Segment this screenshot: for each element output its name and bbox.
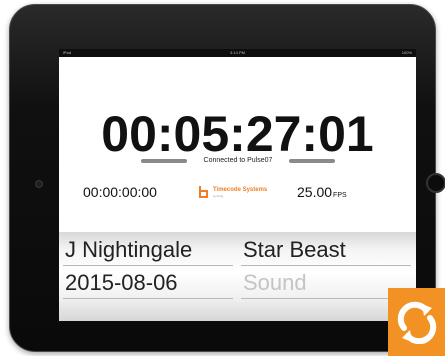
picker-divider bbox=[241, 298, 411, 299]
clock-label: 3:14 PM bbox=[230, 50, 245, 55]
sync-arrows-icon bbox=[397, 301, 437, 344]
picker-right-item-1[interactable]: Star Beast bbox=[243, 237, 346, 263]
connection-bar-right bbox=[289, 159, 335, 163]
metadata-picker[interactable]: J Nightingale 2015-08-06 Star Beast Soun… bbox=[59, 232, 416, 321]
logo-name: Timecode Systems bbox=[213, 186, 268, 193]
frame-rate: 25.00FPS bbox=[297, 183, 347, 205]
app-screen: iPad 3:14 PM 100% 00:05:27:01 Connected … bbox=[59, 49, 416, 321]
picker-left-item-1[interactable]: J Nightingale bbox=[65, 237, 192, 263]
timecode-systems-logo-icon bbox=[199, 186, 208, 198]
logo-subtitle: syncing bbox=[213, 193, 224, 198]
picker-divider bbox=[63, 298, 233, 299]
secondary-timecode: 00:00:00:00 bbox=[83, 184, 157, 200]
picker-divider bbox=[63, 265, 233, 266]
fps-unit: FPS bbox=[333, 192, 347, 199]
app-badge bbox=[388, 288, 445, 356]
home-button[interactable] bbox=[426, 173, 445, 193]
picker-right-item-2[interactable]: Sound bbox=[243, 270, 307, 296]
connection-status: Connected to Pulse07 bbox=[203, 157, 273, 164]
connection-bar-left bbox=[141, 159, 187, 163]
ipad-frame: iPad 3:14 PM 100% 00:05:27:01 Connected … bbox=[9, 4, 445, 352]
timecode-systems-logo: Timecode Systems syncing bbox=[199, 183, 267, 201]
camera-icon bbox=[35, 180, 43, 188]
status-bar: iPad 3:14 PM 100% bbox=[59, 49, 416, 57]
picker-left-item-2[interactable]: 2015-08-06 bbox=[65, 270, 178, 296]
main-timecode: 00:05:27:01 bbox=[101, 106, 374, 162]
battery-label: 100% bbox=[401, 50, 412, 55]
fps-value: 25.00 bbox=[297, 184, 333, 200]
picker-divider bbox=[241, 265, 411, 266]
